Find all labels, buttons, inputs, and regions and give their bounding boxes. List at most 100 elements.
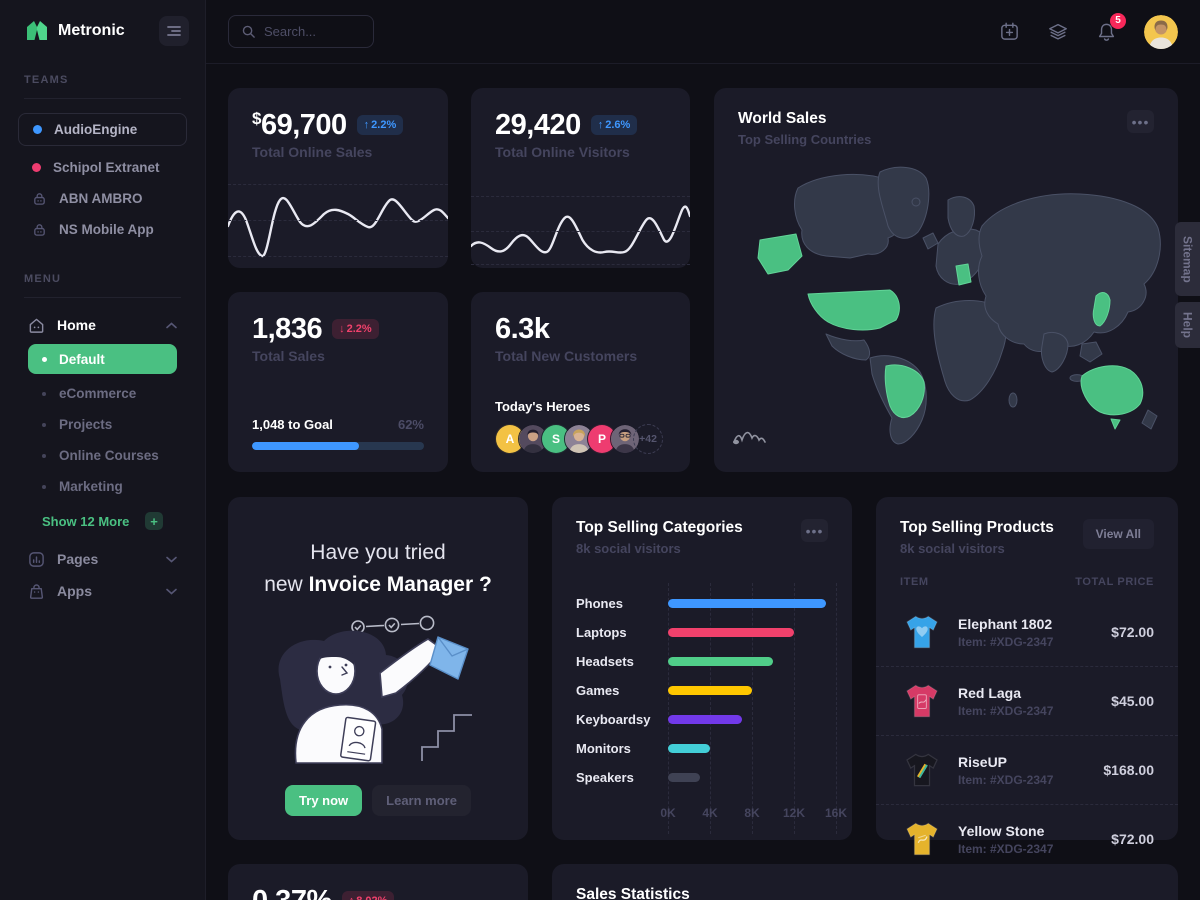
- search-box[interactable]: [228, 15, 374, 48]
- online-sales-card: $69,700 ↑2.2% Total Online Sales: [228, 88, 448, 268]
- team-item-nsmobile[interactable]: NS Mobile App: [18, 214, 187, 245]
- bar-label: Games: [576, 683, 668, 698]
- show-more-link[interactable]: Show 12 More +: [28, 506, 177, 536]
- sitemap-tab[interactable]: Sitemap: [1175, 222, 1200, 296]
- sidebar-item-home[interactable]: Home: [18, 310, 187, 340]
- sidebar-item-marketing[interactable]: Marketing: [28, 471, 177, 502]
- total-sales-card: 1,836 ↓2.2% Total Sales 1,048 to Goal 62…: [228, 292, 448, 472]
- arrow-down-icon: ↓: [339, 323, 345, 335]
- online-visitors-sparkline: [471, 180, 690, 268]
- sidebar-item-online-courses[interactable]: Online Courses: [28, 440, 177, 471]
- sales-statistics-title: Sales Statistics: [576, 886, 690, 900]
- learn-more-button[interactable]: Learn more: [372, 785, 471, 816]
- main-content: 5 $69,700 ↑2.2% Total O: [206, 0, 1200, 900]
- layers-icon: [1047, 21, 1069, 43]
- world-map-svg: [730, 148, 1162, 448]
- sidebar-item-ecommerce[interactable]: eCommerce: [28, 378, 177, 409]
- options-button[interactable]: •••: [801, 519, 828, 542]
- topbar-icons: 5: [999, 15, 1178, 49]
- search-icon: [241, 24, 256, 39]
- help-tab[interactable]: Help: [1175, 302, 1200, 348]
- show-more-label: Show 12 More: [42, 514, 145, 529]
- help-tab-label: Help: [1181, 312, 1195, 338]
- product-name: Elephant 1802: [958, 616, 1097, 632]
- tick-label: 12K: [783, 806, 805, 820]
- team-item-abn[interactable]: ABN AMBRO: [18, 183, 187, 214]
- sales-statistics-card: Sales Statistics: [552, 864, 1178, 900]
- options-button[interactable]: •••: [1127, 110, 1154, 133]
- calendar-add-button[interactable]: [999, 21, 1020, 42]
- categories-subtitle: 8k social visitors: [576, 541, 743, 556]
- sidebar-item-default-active[interactable]: Default: [28, 344, 177, 374]
- plus-icon[interactable]: +: [145, 512, 163, 530]
- world-sales-subtitle: Top Selling Countries: [738, 132, 871, 147]
- product-row[interactable]: Yellow Stone Item: #XDG-2347 $72.00: [876, 804, 1178, 873]
- menu-label: Home: [57, 317, 154, 333]
- new-customers-value: 6.3k: [495, 314, 549, 344]
- calendar-plus-icon: [999, 21, 1020, 42]
- bar-label: Phones: [576, 596, 668, 611]
- heroes-avatar-group: A S P +42: [495, 424, 656, 454]
- product-price: $168.00: [1103, 762, 1154, 778]
- tshirt-icon: [900, 747, 944, 793]
- dots-icon: •••: [806, 524, 824, 538]
- bar-keyboardsy[interactable]: [668, 715, 742, 724]
- bar-label: Laptops: [576, 625, 668, 640]
- bar-speakers[interactable]: [668, 773, 700, 782]
- delta-badge: ↑8.02%: [342, 891, 395, 900]
- product-code: Item: #XDG-2347: [958, 704, 1097, 718]
- notification-count-badge: 5: [1110, 13, 1126, 29]
- metronic-logo-icon: [24, 18, 50, 44]
- bar-monitors[interactable]: [668, 744, 710, 753]
- arrow-up-icon: ↑: [364, 119, 370, 131]
- currency-symbol: $: [252, 109, 261, 128]
- notifications-button[interactable]: 5: [1096, 21, 1117, 43]
- new-customers-label: Total New Customers: [495, 348, 666, 364]
- bar-phones[interactable]: [668, 599, 826, 608]
- bullet-icon: [42, 392, 46, 396]
- menu-heading: MENU: [0, 273, 205, 285]
- user-avatar[interactable]: [1144, 15, 1178, 49]
- chart-icon: [28, 551, 45, 568]
- world-map[interactable]: [730, 148, 1162, 448]
- product-row[interactable]: Red Laga Item: #XDG-2347 $45.00: [876, 666, 1178, 735]
- submenu-label: Projects: [59, 417, 112, 432]
- bar-laptops[interactable]: [668, 628, 794, 637]
- team-label: ABN AMBRO: [59, 191, 143, 206]
- team-label: Schipol Extranet: [53, 160, 160, 175]
- sidebar-item-projects[interactable]: Projects: [28, 409, 177, 440]
- avatar-image: [1144, 15, 1178, 49]
- sidebar-item-pages[interactable]: Pages: [18, 544, 187, 574]
- topbar: 5: [206, 0, 1200, 64]
- online-visitors-card: 29,420 ↑2.6% Total Online Visitors: [471, 88, 690, 268]
- team-item-audioengine[interactable]: AudioEngine: [18, 113, 187, 146]
- sidebar-item-apps[interactable]: Apps: [18, 576, 187, 606]
- promo-line1: Have you tried: [228, 541, 528, 565]
- bar-label: Headsets: [576, 654, 668, 669]
- product-row[interactable]: RiseUP Item: #XDG-2347 $168.00: [876, 735, 1178, 804]
- bar-headsets[interactable]: [668, 657, 773, 666]
- try-now-button[interactable]: Try now: [285, 785, 362, 816]
- bar-label: Keyboardsy: [576, 712, 668, 727]
- bullet-icon: [42, 454, 46, 458]
- product-code: Item: #XDG-2347: [958, 842, 1097, 856]
- products-subtitle: 8k social visitors: [900, 541, 1054, 556]
- bullet-icon: [42, 357, 47, 362]
- product-row[interactable]: Elephant 1802 Item: #XDG-2347 $72.00: [876, 598, 1178, 666]
- sidebar-toggle-button[interactable]: [159, 16, 189, 46]
- arrow-up-icon: ↑: [349, 895, 355, 900]
- search-input[interactable]: [264, 24, 361, 39]
- online-sales-label: Total Online Sales: [252, 144, 424, 160]
- submenu-label: Marketing: [59, 479, 123, 494]
- divider: [24, 297, 181, 298]
- view-all-button[interactable]: View All: [1083, 519, 1154, 549]
- total-sales-label: Total Sales: [252, 348, 424, 364]
- hero-avatar-more[interactable]: +42: [633, 424, 663, 454]
- layers-button[interactable]: [1047, 21, 1069, 43]
- app-root: Metronic TEAMS AudioEngine Schipol Extra…: [0, 0, 1200, 900]
- bar-games[interactable]: [668, 686, 752, 695]
- team-item-schipol[interactable]: Schipol Extranet: [18, 152, 187, 183]
- tshirt-icon: [900, 609, 944, 655]
- tshirt-icon: [900, 816, 944, 862]
- lock-icon: [32, 191, 47, 206]
